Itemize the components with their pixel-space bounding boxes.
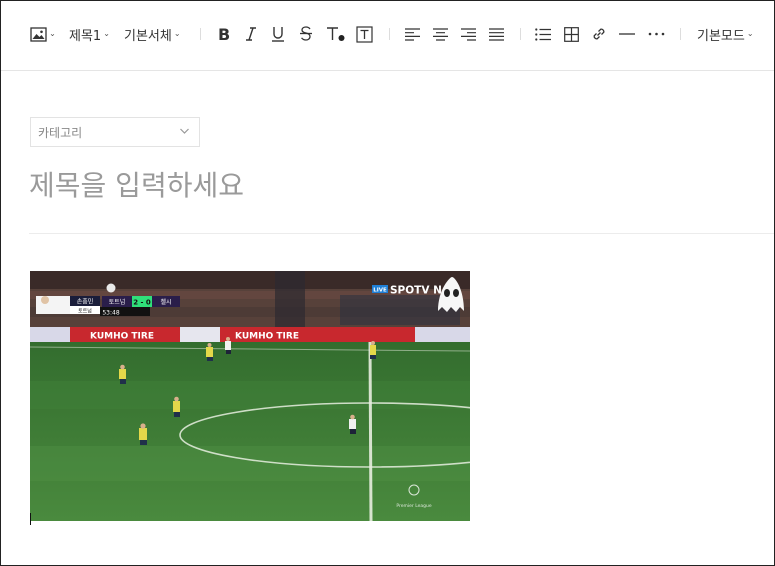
- text-cursor: [30, 513, 31, 525]
- insert-link-button[interactable]: [591, 22, 607, 46]
- player-team: 토트넘: [78, 308, 92, 315]
- svg-text:B: B: [218, 26, 230, 42]
- link-icon: [593, 28, 605, 40]
- text-background-icon: [355, 25, 373, 43]
- board-ad-text: KUMHO TIRE: [235, 332, 299, 342]
- italic-button[interactable]: [242, 22, 260, 46]
- bold-icon: B: [218, 26, 230, 42]
- bold-button[interactable]: B: [215, 22, 233, 46]
- align-center-icon: [432, 27, 448, 41]
- align-justify-button[interactable]: [488, 22, 504, 46]
- bullet-list-icon: [535, 27, 551, 41]
- video-frame: KUMHO TIRE KUMHO TIRE 손흥민 토트넘 토트넘 2 - 0 …: [30, 271, 470, 521]
- heading-label: 제목1: [69, 28, 102, 44]
- underline-button[interactable]: [269, 22, 287, 46]
- align-right-button[interactable]: [460, 22, 476, 46]
- chevron-down-icon: ⌄: [103, 28, 110, 38]
- align-center-button[interactable]: [432, 22, 448, 46]
- italic-icon: [246, 27, 256, 41]
- mode-label: 기본모드: [697, 28, 745, 44]
- player-name: 손흥민: [77, 298, 94, 306]
- toolbar-separator: [389, 28, 390, 40]
- heading-select[interactable]: 제목1 ⌄: [69, 22, 110, 46]
- chevron-down-icon: ⌄: [173, 28, 181, 38]
- text-color-icon: [327, 27, 345, 41]
- toolbar-separator: [680, 28, 681, 40]
- insert-image-button[interactable]: ⌄: [29, 22, 57, 46]
- underline-icon: [272, 27, 284, 42]
- text-color-button[interactable]: [326, 22, 346, 46]
- match-clock: 53:48: [102, 310, 119, 317]
- title-divider: [29, 233, 774, 234]
- chevron-down-icon: [180, 128, 189, 134]
- home-team: 토트넘: [109, 298, 126, 306]
- table-icon: [563, 26, 579, 42]
- chevron-down-icon: ⌄: [746, 28, 754, 38]
- align-left-icon: [404, 27, 420, 41]
- league-mark: Premier League: [396, 503, 431, 509]
- editor-frame: ⌄ 제목1 ⌄ 기본서체 ⌄ B 기본모드 ⌄ 카테고리 제목을 입력하세요 K…: [0, 0, 775, 566]
- editor-mode-select[interactable]: 기본모드 ⌄: [697, 22, 754, 46]
- align-right-icon: [460, 27, 476, 41]
- insert-table-button[interactable]: [563, 22, 579, 46]
- category-label: 카테고리: [38, 125, 83, 140]
- broadcaster-name: SPOTV N: [390, 285, 442, 297]
- horizontal-rule-icon: [619, 33, 635, 35]
- align-left-button[interactable]: [404, 22, 420, 46]
- editor-toolbar: ⌄ 제목1 ⌄ 기본서체 ⌄ B 기본모드 ⌄: [1, 1, 774, 71]
- score: 2 - 0: [133, 299, 151, 307]
- strikethrough-icon: [300, 26, 312, 41]
- away-team: 첼시: [160, 298, 171, 306]
- bullet-list-button[interactable]: [535, 22, 551, 46]
- live-badge: LIVE: [373, 288, 387, 294]
- horizontal-rule-button[interactable]: [619, 22, 635, 46]
- category-select[interactable]: 카테고리: [30, 117, 200, 147]
- pitch: [30, 342, 470, 521]
- toolbar-separator: [520, 28, 521, 40]
- toolbar-separator: [200, 28, 201, 40]
- title-input[interactable]: [29, 163, 769, 207]
- embedded-video[interactable]: KUMHO TIRE KUMHO TIRE 손흥민 토트넘 토트넘 2 - 0 …: [30, 271, 470, 521]
- more-options-button[interactable]: [647, 22, 665, 46]
- more-icon: [648, 32, 664, 36]
- font-label: 기본서체: [124, 28, 172, 44]
- align-justify-icon: [488, 27, 504, 41]
- board-ad-text: KUMHO TIRE: [90, 332, 154, 342]
- text-background-button[interactable]: [355, 22, 373, 46]
- image-icon: [30, 26, 47, 42]
- strikethrough-button[interactable]: [297, 22, 315, 46]
- chevron-down-icon: ⌄: [49, 28, 56, 38]
- font-select[interactable]: 기본서체 ⌄: [124, 22, 181, 46]
